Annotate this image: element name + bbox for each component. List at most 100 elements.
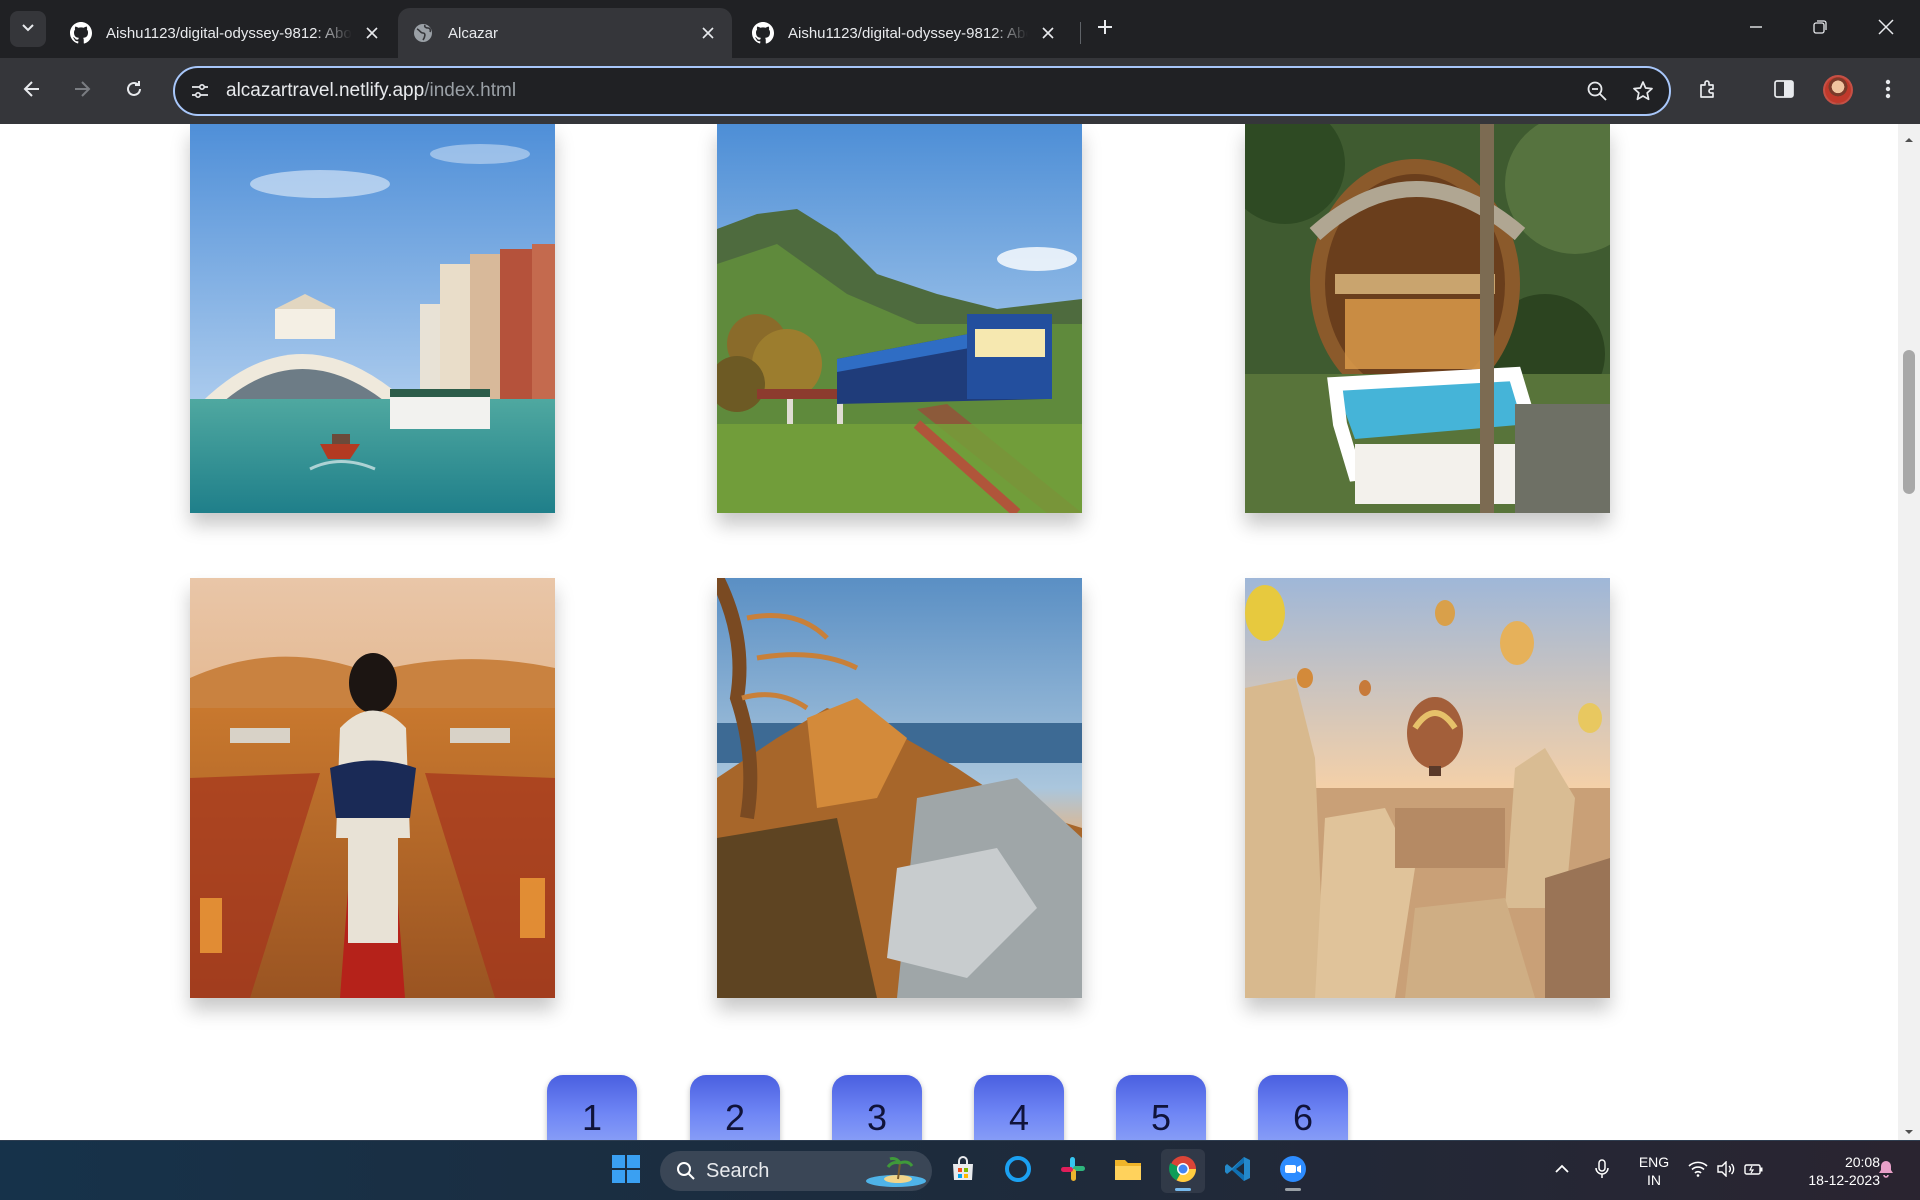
cappadocia-balloons-image: [1245, 578, 1610, 998]
chrome-app[interactable]: [1161, 1149, 1205, 1193]
close-tab-icon[interactable]: [362, 23, 382, 43]
tab-search-button[interactable]: [10, 11, 46, 47]
region-code: IN: [1647, 1172, 1661, 1188]
tab-title: Aishu1123/digital-odyssey-9812: Abo: [788, 24, 1028, 42]
tab-separator: [1080, 22, 1081, 44]
mountain-sunset-image: [717, 578, 1082, 998]
vscode-icon: [1224, 1155, 1252, 1188]
chrome-icon: [1168, 1154, 1198, 1189]
reload-icon: [124, 79, 144, 104]
wifi-icon: [1688, 1161, 1708, 1182]
windows-taskbar: Search ENG IN 20:08 18-12-2023: [0, 1140, 1920, 1200]
language-code: ENG: [1638, 1154, 1670, 1170]
arrow-right-icon: [72, 79, 92, 104]
volume-button[interactable]: [1714, 1159, 1738, 1183]
site-info-icon[interactable]: [180, 71, 220, 111]
file-explorer-icon: [1113, 1155, 1143, 1188]
page-button-5[interactable]: 5: [1116, 1075, 1206, 1140]
bell-icon: [1877, 1159, 1895, 1184]
zoom-icon: [1278, 1154, 1308, 1189]
forward-button[interactable]: [62, 71, 102, 111]
puzzle-icon: [1697, 78, 1719, 105]
tab-github-2[interactable]: Aishu1123/digital-odyssey-9812: Abo: [738, 8, 1072, 58]
page-button-3[interactable]: 3: [832, 1075, 922, 1140]
windows-start-icon: [611, 1154, 641, 1189]
microsoft-store-app[interactable]: [941, 1149, 985, 1193]
notifications-button[interactable]: [1874, 1159, 1898, 1183]
slack-icon: [1059, 1155, 1087, 1188]
web-page: 1 2 3 4 5 6: [0, 124, 1920, 1140]
taskbar-search[interactable]: Search: [660, 1151, 932, 1191]
chevron-up-icon: [1554, 1161, 1570, 1182]
plus-icon: [1096, 18, 1114, 41]
tab-title: Aishu1123/digital-odyssey-9812: Abo: [106, 24, 352, 42]
scroll-down-icon[interactable]: [1904, 1124, 1914, 1134]
profile-avatar[interactable]: [1823, 75, 1853, 105]
search-highlight-icon: [864, 1155, 928, 1187]
github-icon: [70, 22, 92, 44]
microphone-button[interactable]: [1590, 1158, 1614, 1184]
back-button[interactable]: [12, 71, 52, 111]
url-path: /index.html: [424, 80, 517, 101]
battery-icon: [1744, 1161, 1764, 1182]
globe-icon: [412, 22, 434, 44]
microphone-icon: [1594, 1158, 1610, 1184]
page-scrollbar[interactable]: [1898, 124, 1920, 1140]
arrow-left-icon: [22, 79, 42, 104]
url-host: alcazartravel.netlify.app: [226, 80, 425, 101]
extensions-button[interactable]: [1688, 71, 1728, 111]
chrome-menu-button[interactable]: [1868, 71, 1908, 111]
close-tab-icon[interactable]: [1038, 23, 1058, 43]
zoom-app[interactable]: [1271, 1149, 1315, 1193]
tab-alcazar[interactable]: Alcazar: [398, 8, 732, 58]
chevron-down-icon: [21, 20, 35, 39]
side-panel-icon: [1773, 78, 1795, 105]
new-tab-button[interactable]: [1088, 12, 1122, 46]
mountain-train-image: [717, 124, 1082, 513]
browser-toolbar: alcazartravel.netlify.app/index.html: [0, 58, 1920, 124]
system-clock[interactable]: 20:08 18-12-2023: [1780, 1153, 1880, 1189]
side-panel-button[interactable]: [1764, 71, 1804, 111]
close-tab-icon[interactable]: [698, 23, 718, 43]
more-vertical-icon: [1885, 78, 1891, 105]
address-bar[interactable]: alcazartravel.netlify.app/index.html: [173, 66, 1671, 116]
vscode-app[interactable]: [1216, 1149, 1260, 1193]
zoom-icon[interactable]: [1577, 71, 1617, 111]
speaker-icon: [1716, 1159, 1736, 1182]
running-indicator: [1285, 1188, 1301, 1191]
reload-button[interactable]: [114, 71, 154, 111]
battery-button[interactable]: [1742, 1159, 1766, 1183]
close-window-button[interactable]: [1866, 10, 1906, 48]
page-button-6[interactable]: 6: [1258, 1075, 1348, 1140]
github-icon: [752, 22, 774, 44]
venice-rialto-bridge-image: [190, 124, 555, 513]
bookmark-star-icon[interactable]: [1623, 71, 1663, 111]
page-button-2[interactable]: 2: [690, 1075, 780, 1140]
clock-date: 18-12-2023: [1808, 1172, 1880, 1188]
show-hidden-icons-button[interactable]: [1550, 1159, 1574, 1183]
restore-icon: [1813, 19, 1827, 39]
cortana-app[interactable]: [996, 1149, 1040, 1193]
page-button-4[interactable]: 4: [974, 1075, 1064, 1140]
page-button-1[interactable]: 1: [547, 1075, 637, 1140]
running-indicator: [1175, 1188, 1191, 1191]
bamboo-villa-pool-image: [1245, 124, 1610, 513]
tab-title: Alcazar: [448, 24, 499, 42]
restore-button[interactable]: [1800, 10, 1840, 48]
slack-app[interactable]: [1051, 1149, 1095, 1193]
scroll-up-icon[interactable]: [1904, 132, 1914, 142]
wifi-button[interactable]: [1686, 1159, 1710, 1183]
clock-time: 20:08: [1844, 1154, 1880, 1170]
file-explorer-app[interactable]: [1106, 1149, 1150, 1193]
tab-github-1[interactable]: Aishu1123/digital-odyssey-9812: Abo: [56, 8, 396, 58]
search-icon: [666, 1161, 706, 1181]
search-label: Search: [706, 1159, 770, 1182]
microsoft-store-icon: [949, 1155, 977, 1188]
minimize-icon: [1749, 20, 1763, 39]
start-button[interactable]: [604, 1149, 648, 1193]
scroll-thumb[interactable]: [1903, 350, 1915, 494]
url-text[interactable]: alcazartravel.netlify.app/index.html: [226, 80, 1577, 102]
minimize-button[interactable]: [1736, 10, 1776, 48]
input-language[interactable]: ENG IN: [1634, 1153, 1674, 1189]
close-icon: [1878, 18, 1894, 40]
